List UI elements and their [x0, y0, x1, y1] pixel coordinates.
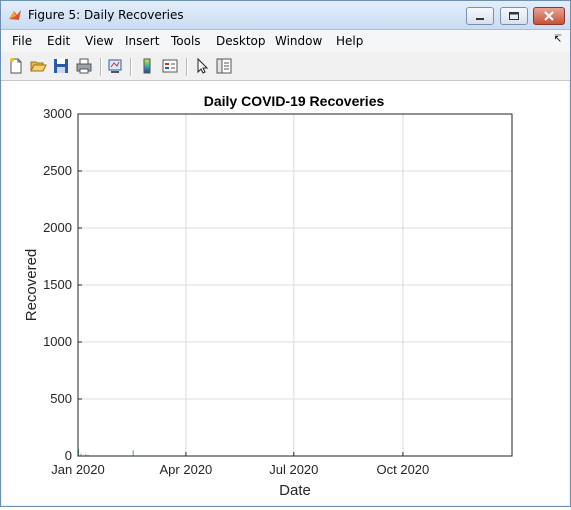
- y-tick-label: 500: [50, 391, 72, 406]
- matlab-logo-icon: [9, 10, 21, 20]
- toolbar-separator: [100, 58, 102, 76]
- new-figure-icon[interactable]: [7, 57, 25, 75]
- minimize-button[interactable]: [466, 7, 494, 25]
- menu-view[interactable]: View: [85, 34, 113, 48]
- maximize-icon: [509, 12, 519, 20]
- print-icon[interactable]: [75, 57, 93, 75]
- x-axis-label: Date: [279, 482, 311, 499]
- y-tick-label: 3000: [43, 106, 72, 121]
- dock-arrow-icon[interactable]: ↸: [554, 34, 562, 45]
- title-bar[interactable]: Figure 5: Daily Recoveries: [1, 1, 570, 30]
- figure-canvas: Daily COVID-19 Recoveries 0 500 1000 1500 20…: [2, 81, 569, 505]
- x-tick-label: Jul 2020: [269, 462, 318, 477]
- figure-window: Figure 5: Daily Recoveries File Edit Vie…: [0, 0, 571, 507]
- y-tick-label: 2000: [43, 220, 72, 235]
- menu-insert[interactable]: Insert: [125, 34, 159, 48]
- y-tick-label: 1000: [43, 334, 72, 349]
- minimize-icon: [476, 18, 484, 20]
- toolbar-separator: [130, 58, 132, 76]
- link-plot-icon[interactable]: [106, 57, 124, 75]
- x-tick-label: Jan 2020: [51, 462, 105, 477]
- chart-title: Daily COVID-19 Recoveries: [204, 93, 385, 109]
- property-inspector-icon[interactable]: [215, 57, 233, 75]
- insert-colorbar-icon[interactable]: [138, 57, 156, 75]
- save-icon[interactable]: [52, 57, 70, 75]
- menu-desktop[interactable]: Desktop: [216, 34, 266, 48]
- open-file-icon[interactable]: [29, 57, 47, 75]
- y-tick-label: 0: [65, 448, 72, 463]
- y-tick-label: 1500: [43, 277, 72, 292]
- edit-plot-icon[interactable]: [193, 57, 211, 75]
- menu-tools[interactable]: Tools: [171, 34, 201, 48]
- bar: [132, 450, 134, 456]
- toolbar-separator: [186, 58, 188, 76]
- menu-file[interactable]: File: [12, 34, 32, 48]
- x-tick-label: Oct 2020: [377, 462, 430, 477]
- bar-chart: Daily COVID-19 Recoveries 0 500 1000 1500 20…: [23, 93, 513, 499]
- menu-edit[interactable]: Edit: [47, 34, 70, 48]
- maximize-button[interactable]: [500, 7, 528, 25]
- menu-help[interactable]: Help: [336, 34, 363, 48]
- toolbar: [1, 53, 570, 81]
- menu-window[interactable]: Window: [275, 34, 322, 48]
- menu-bar: File Edit View Insert Tools Desktop Wind…: [1, 30, 570, 52]
- y-tick-label: 2500: [43, 163, 72, 178]
- y-axis: 0 500 1000 1500 2000 2500 3000: [43, 106, 82, 463]
- y-axis-label: Recovered: [23, 249, 40, 322]
- close-icon: [544, 11, 554, 21]
- insert-legend-icon[interactable]: [161, 57, 179, 75]
- x-tick-label: Apr 2020: [160, 462, 213, 477]
- window-title: Figure 5: Daily Recoveries: [28, 8, 184, 22]
- close-button[interactable]: [533, 7, 565, 25]
